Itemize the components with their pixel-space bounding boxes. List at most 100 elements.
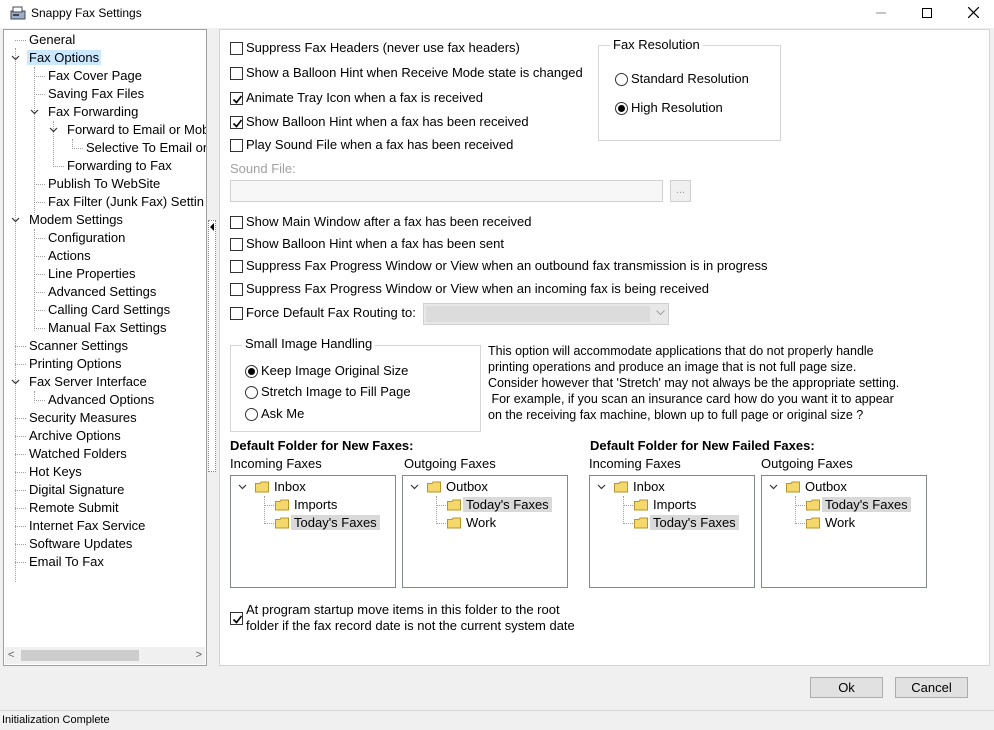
tree-item-scanner-settings[interactable]: Scanner Settings <box>10 337 130 355</box>
tree-item-archive-options[interactable]: Archive Options <box>10 427 123 445</box>
tree-item-configuration[interactable]: Configuration <box>29 229 127 247</box>
folder-icon <box>275 517 289 529</box>
folder-todays-faxes[interactable]: Today's Faxes <box>427 496 552 514</box>
outgoing-folder-tree[interactable]: Outbox Today's Faxes Work <box>402 475 568 588</box>
tree-item-actions[interactable]: Actions <box>29 247 93 265</box>
sound-file-label: Sound File: <box>230 161 296 176</box>
scrollbar-thumb[interactable] <box>21 650 139 661</box>
sound-file-browse-button[interactable]: ... <box>670 180 691 202</box>
tree-item-watched-folders[interactable]: Watched Folders <box>10 445 129 463</box>
folder-outbox[interactable]: Outbox <box>407 478 491 496</box>
tree-item-line-properties[interactable]: Line Properties <box>29 265 137 283</box>
folder-todays-faxes[interactable]: Today's Faxes <box>255 514 380 532</box>
checkmark-icon <box>232 615 243 624</box>
status-bar: Initialization Complete <box>0 710 994 729</box>
folder-icon <box>255 481 269 493</box>
folder-work[interactable]: Work <box>786 514 858 532</box>
startup-move-label: folder if the fax record date is not the… <box>246 618 575 633</box>
chevron-down-icon[interactable] <box>11 53 20 62</box>
folder-imports[interactable]: Imports <box>614 496 699 514</box>
description-line: printing operations and produce an image… <box>488 360 857 374</box>
folder-icon <box>634 517 648 529</box>
folder-icon <box>614 481 628 493</box>
tree-item-fax-options[interactable]: Fax Options <box>10 49 102 67</box>
tree-item-fax-server-interface[interactable]: Fax Server Interface <box>10 373 149 391</box>
minimize-button[interactable] <box>858 0 904 28</box>
incoming-folder-tree[interactable]: Inbox Imports Today's Faxes <box>230 475 396 588</box>
folder-todays-faxes[interactable]: Today's Faxes <box>786 496 911 514</box>
description-line: on the receiving fax machine, blown up t… <box>488 408 864 422</box>
folder-outbox[interactable]: Outbox <box>766 478 850 496</box>
tree-item-internet-fax-service[interactable]: Internet Fax Service <box>10 517 147 535</box>
chevron-down-icon[interactable] <box>597 482 606 491</box>
fax-resolution-group <box>598 45 781 141</box>
fax-options-panel: Suppress Fax Headers (never use fax head… <box>219 29 990 666</box>
maximize-icon <box>922 8 932 18</box>
cancel-button[interactable]: Cancel <box>895 677 968 698</box>
chevron-down-icon[interactable] <box>49 125 58 134</box>
tree-item-hot-keys[interactable]: Hot Keys <box>10 463 84 481</box>
tree-item-selective-to-email[interactable]: Selective To Email or <box>67 139 206 157</box>
tree-item-general[interactable]: General <box>10 31 77 49</box>
tree-item-software-updates[interactable]: Software Updates <box>10 535 134 553</box>
settings-tree[interactable]: General Fax Options Fax Cover Page Savin… <box>3 29 207 666</box>
fax-resolution-title: Fax Resolution <box>610 37 703 52</box>
failed-faxes-folder-title: Default Folder for New Failed Faxes: <box>590 438 815 453</box>
chevron-down-icon[interactable] <box>30 107 39 116</box>
chevron-down-icon[interactable] <box>11 377 20 386</box>
folder-icon <box>447 499 461 511</box>
folder-icon <box>427 481 441 493</box>
tree-item-saving-fax-files[interactable]: Saving Fax Files <box>29 85 146 103</box>
incoming-failed-folder-tree[interactable]: Inbox Imports Today's Faxes <box>589 475 755 588</box>
description-line: Consider however that 'Stretch' may not … <box>488 376 900 390</box>
tree-item-forward-to-email[interactable]: Forward to Email or Mob <box>48 121 206 139</box>
scroll-left-icon[interactable]: < <box>8 647 14 664</box>
tree-item-security-measures[interactable]: Security Measures <box>10 409 139 427</box>
folder-inbox[interactable]: Inbox <box>235 478 309 496</box>
maximize-button[interactable] <box>904 0 950 28</box>
collapse-left-icon[interactable] <box>209 223 215 231</box>
incoming-faxes-label: Incoming Faxes <box>230 456 322 471</box>
tree-item-advanced-settings[interactable]: Advanced Settings <box>29 283 158 301</box>
sound-file-input[interactable] <box>230 180 663 202</box>
chevron-down-icon[interactable] <box>769 482 778 491</box>
routing-select[interactable] <box>423 303 669 325</box>
tree-item-fax-filter[interactable]: Fax Filter (Junk Fax) Settin <box>29 193 206 211</box>
incoming-failed-faxes-label: Incoming Faxes <box>589 456 681 471</box>
startup-move-checkbox[interactable]: At program startup move items in this fo… <box>230 602 610 638</box>
tree-item-manual-fax-settings[interactable]: Manual Fax Settings <box>29 319 169 337</box>
tree-item-email-to-fax[interactable]: Email To Fax <box>10 553 106 571</box>
tree-item-digital-signature[interactable]: Digital Signature <box>10 481 126 499</box>
tree-item-modem-settings[interactable]: Modem Settings <box>10 211 125 229</box>
routing-select-value <box>426 306 650 322</box>
folder-icon <box>806 517 820 529</box>
startup-move-label: At program startup move items in this fo… <box>246 602 560 617</box>
title-bar: Snappy Fax Settings <box>0 0 994 28</box>
ok-button[interactable]: Ok <box>810 677 883 698</box>
scroll-right-icon[interactable]: > <box>196 647 202 664</box>
tree-item-printing-options[interactable]: Printing Options <box>10 355 124 373</box>
outgoing-failed-folder-tree[interactable]: Outbox Today's Faxes Work <box>761 475 927 588</box>
tree-item-advanced-options[interactable]: Advanced Options <box>29 391 156 409</box>
close-button[interactable] <box>950 0 994 28</box>
close-icon <box>967 6 979 19</box>
tree-item-forwarding-to-fax[interactable]: Forwarding to Fax <box>48 157 174 175</box>
chevron-down-icon[interactable] <box>238 482 247 491</box>
tree-horizontal-scrollbar[interactable]: < > <box>5 647 205 664</box>
description-line: For example, if you scan an insurance ca… <box>488 392 894 406</box>
tree-item-remote-submit[interactable]: Remote Submit <box>10 499 121 517</box>
chevron-down-icon[interactable] <box>410 482 419 491</box>
chevron-down-icon <box>656 310 665 316</box>
folder-work[interactable]: Work <box>427 514 499 532</box>
small-image-description: This option will accommodate application… <box>488 343 928 423</box>
description-line: This option will accommodate application… <box>488 344 874 358</box>
folder-todays-faxes[interactable]: Today's Faxes <box>614 514 739 532</box>
tree-item-publish-to-website[interactable]: Publish To WebSite <box>29 175 162 193</box>
tree-item-fax-forwarding[interactable]: Fax Forwarding <box>29 103 140 121</box>
chevron-down-icon[interactable] <box>11 215 20 224</box>
tree-item-fax-cover-page[interactable]: Fax Cover Page <box>29 67 144 85</box>
folder-imports[interactable]: Imports <box>255 496 340 514</box>
folder-inbox[interactable]: Inbox <box>594 478 668 496</box>
tree-item-calling-card-settings[interactable]: Calling Card Settings <box>29 301 172 319</box>
panel-splitter[interactable] <box>208 220 216 472</box>
